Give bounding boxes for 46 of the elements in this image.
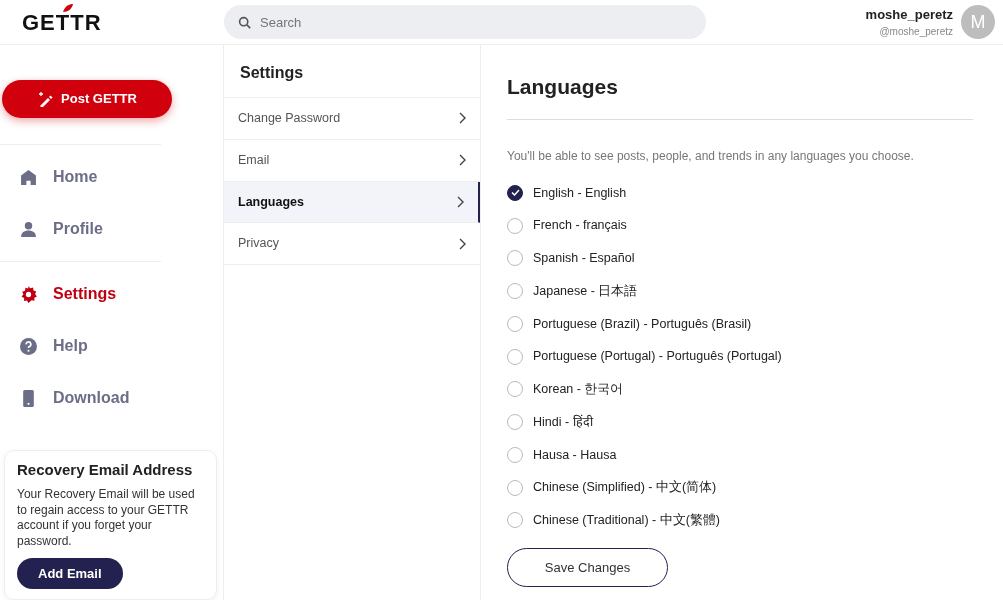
nav-link[interactable]: Profile <box>0 203 223 255</box>
person-icon <box>20 220 37 238</box>
description: You'll be able to see posts, people, and trends in any languages you choose. <box>507 147 915 165</box>
language-option[interactable]: English - English <box>507 176 973 210</box>
chevron-right-icon <box>456 195 464 208</box>
chevron-right-icon <box>458 112 466 125</box>
language-option[interactable]: Chinese (Traditional) - 中文(繁體) <box>507 504 973 537</box>
page-title: Languages <box>507 71 973 120</box>
nav-link[interactable]: Help <box>0 320 223 372</box>
help-icon <box>20 337 37 355</box>
check-icon <box>510 189 520 197</box>
language-option[interactable]: Portuguese (Portugal) - Português (Portugal) <box>507 340 973 373</box>
leaf-icon <box>63 3 73 12</box>
menu-item[interactable]: Privacy <box>224 223 480 265</box>
user-name: moshe_peretz <box>865 5 953 24</box>
menu-title: Settings <box>224 45 480 98</box>
language-option[interactable]: Portuguese (Brazil) - Português (Brasil) <box>507 307 973 341</box>
chevron-right-icon <box>458 237 466 250</box>
settings-icon <box>20 285 37 303</box>
menu-item[interactable]: Languages <box>224 181 480 224</box>
nav-link[interactable]: Settings <box>0 268 223 320</box>
nav-link[interactable]: Home <box>0 151 223 203</box>
nav-link[interactable]: Download <box>0 372 223 424</box>
logo[interactable]: GETTR <box>22 5 224 39</box>
language-option[interactable]: Korean - 한국어 <box>507 373 973 406</box>
add-email-button[interactable]: Add Email <box>17 557 123 589</box>
language-option[interactable]: Hausa - Hausa <box>507 438 973 472</box>
search-icon <box>238 16 251 29</box>
language-option[interactable]: Japanese - 日本語 <box>507 274 973 308</box>
phone-icon <box>20 389 37 407</box>
post-button[interactable]: Post GETTR <box>2 80 172 118</box>
magic-pen-icon <box>37 91 54 107</box>
chevron-right-icon <box>458 154 466 167</box>
user-handle: @moshe_peretz <box>878 25 953 40</box>
checkbox[interactable] <box>507 184 523 201</box>
home-icon <box>20 168 37 186</box>
card-text: Your Recovery Email will be used to regain access to your GETTR account if you forget your password. <box>17 487 196 550</box>
language-option[interactable]: Chinese (Simplified) - 中文(简体) <box>507 471 973 504</box>
menu-item[interactable]: Email <box>224 139 480 182</box>
language-option[interactable]: French - français <box>507 209 973 242</box>
card-title: Recovery Email Address <box>17 461 194 480</box>
menu-item[interactable]: Change Password <box>224 98 480 140</box>
save-button[interactable]: Save Changes <box>507 547 668 587</box>
language-option[interactable]: Hindi - हिंदी <box>507 405 973 439</box>
language-option[interactable]: Spanish - Español <box>507 242 973 275</box>
search-field[interactable]: Search <box>224 5 706 39</box>
